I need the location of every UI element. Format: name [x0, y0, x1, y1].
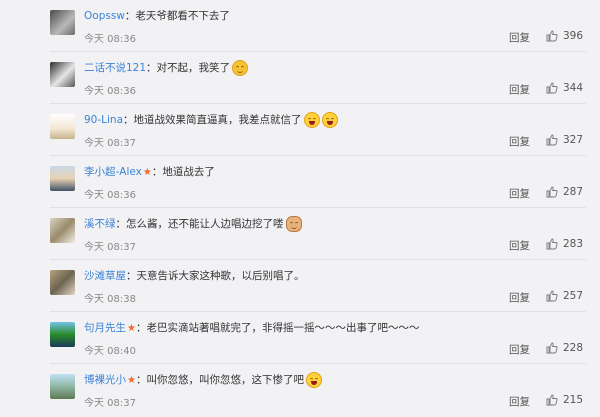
- like-count: 228: [563, 342, 584, 354]
- comment-line: 90-Lina：地道战效果简直逼真，我差点就信了: [84, 112, 338, 128]
- comment-line: 博裸光小★：叫你忽悠，叫你忽悠，这下惨了吧: [84, 372, 322, 388]
- star-icon: ★: [127, 375, 136, 386]
- comment-time: 今天 08:36: [84, 86, 136, 97]
- laugh-tears-emoji-icon: [321, 112, 338, 128]
- like-button[interactable]: 283: [546, 237, 586, 251]
- thumbs-up-icon: [546, 186, 558, 198]
- comment-time: 今天 08:37: [84, 398, 136, 409]
- avatar[interactable]: [50, 218, 75, 243]
- like-count: 215: [563, 394, 584, 406]
- comment-separator: ：: [123, 114, 134, 126]
- comment-separator: ：: [151, 166, 163, 178]
- reply-button[interactable]: 回复: [509, 394, 530, 409]
- comment-time: 今天 08:36: [84, 190, 136, 201]
- comment-item: 90-Lina：地道战效果简直逼真，我差点就信了 今天 08:37 回复 327: [0, 104, 600, 156]
- comment-item: 博裸光小★：叫你忽悠，叫你忽悠，这下惨了吧 今天 08:37 回复 215: [0, 364, 600, 417]
- username-link[interactable]: 沙滩草屋: [84, 270, 126, 282]
- comment-time: 今天 08:37: [84, 242, 136, 253]
- comment-separator: ：: [146, 62, 157, 74]
- thumbs-up-icon: [546, 238, 558, 250]
- avatar[interactable]: [50, 62, 75, 87]
- reply-button[interactable]: 回复: [509, 30, 530, 45]
- comment-line: 李小超-Alex★：地道战去了: [84, 164, 215, 180]
- username-link[interactable]: 90-Lina: [84, 114, 123, 126]
- comment-separator: ：: [135, 374, 147, 386]
- comment-line: 二话不说121：对不起，我笑了: [84, 60, 249, 76]
- comment-text: 对不起，我笑了: [156, 62, 231, 74]
- thumbs-up-icon: [546, 394, 558, 406]
- comment-text: 地道战去了: [162, 166, 215, 178]
- comment-line: Oopssw：老天爷都看不下去了: [84, 8, 230, 24]
- thumbs-up-icon: [546, 30, 558, 42]
- avatar[interactable]: [50, 322, 75, 347]
- like-button[interactable]: 228: [546, 341, 586, 355]
- like-button[interactable]: 215: [546, 393, 586, 407]
- comment-time: 今天 08:36: [84, 34, 136, 45]
- comment-text: 地道战效果简直逼真，我差点就信了: [133, 114, 302, 126]
- comment-separator: ：: [126, 270, 137, 282]
- reply-button[interactable]: 回复: [509, 238, 530, 253]
- laugh-cry-emoji-icon: [305, 372, 322, 388]
- comment-line: 沙滩草屋：天意告诉大家这种歌，以后别唱了。: [84, 268, 305, 284]
- comment-item: 句月先生★：老巴实滴站著唱就完了，非得摇一摇～～～出事了吧～～～ 今天 08:4…: [0, 312, 600, 364]
- username-link[interactable]: 李小超-Alex: [84, 166, 142, 178]
- comment-text: 老天爷都看不下去了: [135, 10, 230, 22]
- comment-separator: ：: [135, 322, 147, 334]
- star-icon: ★: [127, 323, 136, 334]
- comment-list: Oopssw：老天爷都看不下去了 今天 08:36 回复 396 二话不说121…: [0, 0, 600, 417]
- username-link[interactable]: 溪不绿: [84, 218, 116, 230]
- username-link[interactable]: Oopssw: [84, 10, 125, 22]
- doge-emoji-icon: [285, 216, 302, 232]
- laugh-tears-emoji-icon: [303, 112, 320, 128]
- comment-item: 溪不绿：怎么酱，还不能让人边唱边挖了喽 今天 08:37 回复 283: [0, 208, 600, 260]
- star-icon: ★: [142, 167, 152, 178]
- comment-line: 溪不绿：怎么酱，还不能让人边唱边挖了喽: [84, 216, 302, 232]
- like-count: 257: [563, 290, 584, 302]
- avatar[interactable]: [50, 114, 75, 139]
- reply-button[interactable]: 回复: [509, 134, 530, 149]
- comment-time: 今天 08:37: [84, 138, 136, 149]
- thumbs-up-icon: [546, 82, 558, 94]
- comment-text: 老巴实滴站著唱就完了，非得摇一摇～～～出事了吧～～～: [146, 322, 420, 334]
- avatar[interactable]: [50, 10, 75, 35]
- like-count: 327: [563, 134, 584, 146]
- like-button[interactable]: 257: [546, 289, 586, 303]
- comment-time: 今天 08:38: [84, 294, 136, 305]
- avatar[interactable]: [50, 166, 75, 191]
- thumbs-up-icon: [546, 290, 558, 302]
- avatar[interactable]: [50, 270, 75, 295]
- username-link[interactable]: 句月先生: [84, 322, 126, 334]
- comment-item: Oopssw：老天爷都看不下去了 今天 08:36 回复 396: [0, 0, 600, 52]
- like-button[interactable]: 287: [546, 185, 586, 199]
- comment-text: 叫你忽悠，叫你忽悠，这下惨了吧: [146, 374, 304, 386]
- like-button[interactable]: 344: [546, 81, 586, 95]
- reply-button[interactable]: 回复: [509, 186, 530, 201]
- username-link[interactable]: 二话不说121: [84, 62, 146, 74]
- like-count: 287: [563, 186, 584, 198]
- comment-item: 二话不说121：对不起，我笑了 今天 08:36 回复 344: [0, 52, 600, 104]
- comment-text: 怎么酱，还不能让人边唱边挖了喽: [126, 218, 284, 230]
- comment-item: 李小超-Alex★：地道战去了 今天 08:36 回复 287: [0, 156, 600, 208]
- like-count: 396: [563, 30, 584, 42]
- like-button[interactable]: 327: [546, 133, 586, 147]
- like-button[interactable]: 396: [546, 29, 586, 43]
- comment-text: 天意告诉大家这种歌，以后别唱了。: [136, 270, 305, 282]
- shy-smile-emoji-icon: [232, 60, 249, 76]
- avatar[interactable]: [50, 374, 75, 399]
- comment-separator: ：: [115, 218, 127, 230]
- comment-item: 沙滩草屋：天意告诉大家这种歌，以后别唱了。 今天 08:38 回复 257: [0, 260, 600, 312]
- reply-button[interactable]: 回复: [509, 290, 530, 305]
- username-link[interactable]: 博裸光小: [84, 374, 126, 386]
- reply-button[interactable]: 回复: [509, 82, 530, 97]
- comment-line: 句月先生★：老巴实滴站著唱就完了，非得摇一摇～～～出事了吧～～～: [84, 320, 419, 336]
- like-count: 283: [563, 238, 584, 250]
- like-count: 344: [563, 82, 584, 94]
- reply-button[interactable]: 回复: [509, 342, 530, 357]
- thumbs-up-icon: [546, 134, 558, 146]
- thumbs-up-icon: [546, 342, 558, 354]
- comment-time: 今天 08:40: [84, 346, 136, 357]
- comment-separator: ：: [124, 10, 136, 22]
